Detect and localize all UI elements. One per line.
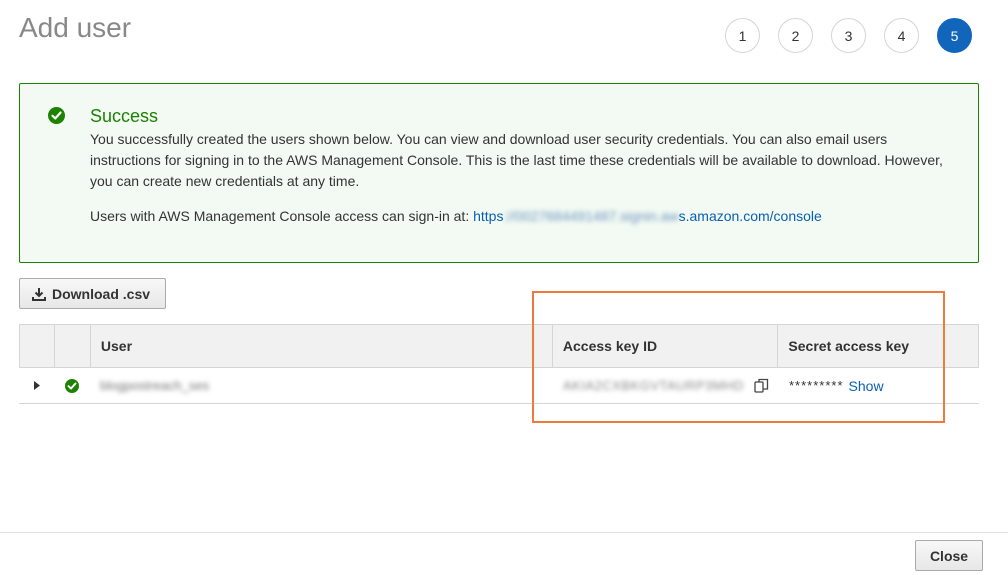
copy-icon[interactable] [754, 378, 769, 393]
success-message: You successfully created the users shown… [90, 131, 943, 189]
step-4[interactable]: 4 [884, 18, 919, 53]
signin-prefix: Users with AWS Management Console access… [90, 208, 474, 224]
download-csv-label: Download .csv [52, 285, 151, 302]
download-csv-button[interactable]: Download .csv [19, 278, 166, 309]
table-header: User Access key ID Secret access key [19, 324, 979, 368]
step-1[interactable]: 1 [725, 18, 760, 53]
step-5-current: 5 [937, 18, 972, 53]
step-2[interactable]: 2 [778, 18, 813, 53]
success-title: Success [90, 106, 159, 126]
caret-right-icon [33, 381, 40, 390]
wizard-steps: 1 2 3 4 5 [725, 18, 972, 53]
header-secret-access-key[interactable]: Secret access key [778, 325, 978, 367]
success-check-icon [65, 378, 79, 393]
header-user[interactable]: User [91, 325, 553, 367]
expand-row-toggle[interactable] [19, 368, 54, 403]
user-name-cell: blogpostreach_ses [90, 368, 553, 403]
signin-info: Users with AWS Management Console access… [90, 208, 822, 224]
show-secret-link[interactable]: Show [849, 378, 884, 394]
access-key-cell: AKIA2CXBKGVTAURP3MHD [553, 368, 779, 403]
row-status [54, 368, 90, 403]
header-expand [20, 325, 55, 367]
users-table: User Access key ID Secret access key blo… [19, 324, 979, 404]
secret-key-mask: ********* [789, 378, 844, 393]
close-button[interactable]: Close [915, 540, 983, 571]
page-title: Add user [19, 12, 132, 43]
step-3[interactable]: 3 [831, 18, 866, 53]
download-icon [32, 287, 46, 301]
access-key-id: AKIA2CXBKGVTAURP3MHD [563, 378, 744, 393]
signin-link-redacted: ://0027684491487.signin.aw [503, 208, 679, 224]
signin-link-start: https [473, 208, 504, 224]
signin-link-end: s.amazon.com/console [678, 208, 822, 224]
check-circle-icon [48, 107, 65, 124]
success-alert: Success You successfully created the use… [19, 83, 979, 263]
user-name: blogpostreach_ses [100, 378, 210, 393]
header-access-key-id[interactable]: Access key ID [553, 325, 779, 367]
console-signin-link[interactable]: https://0027684491487.signin.aws.amazon.… [473, 208, 822, 224]
secret-key-cell: ********* Show [779, 368, 979, 403]
header-status [55, 325, 91, 367]
footer-divider [0, 532, 1008, 533]
table-row: blogpostreach_ses AKIA2CXBKGVTAURP3MHD *… [19, 368, 979, 404]
